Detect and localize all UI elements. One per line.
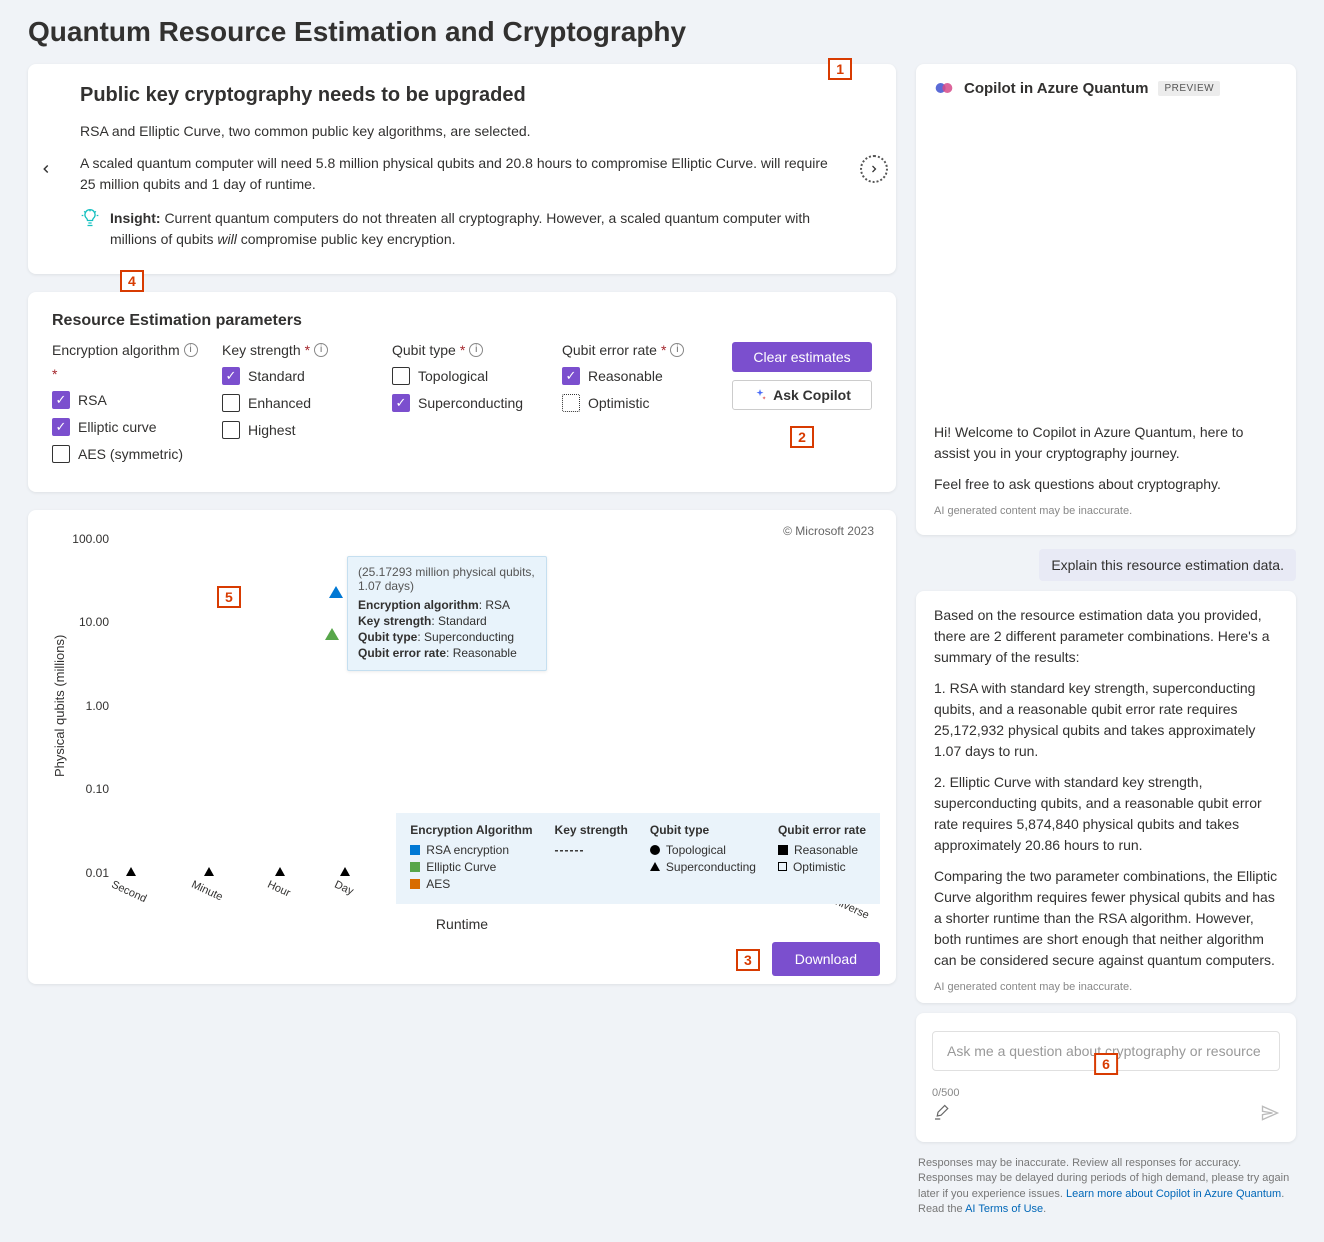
checkbox-elliptic[interactable]: ✓	[52, 418, 70, 436]
checkbox-reasonable[interactable]: ✓	[562, 367, 580, 385]
copilot-response-2: 2. Elliptic Curve with standard key stre…	[934, 772, 1278, 856]
checkbox-topological[interactable]	[392, 367, 410, 385]
preview-badge: PREVIEW	[1158, 81, 1220, 96]
hero-card: 1 Public key cryptography needs to be up…	[28, 64, 896, 274]
clear-estimates-button[interactable]: Clear estimates	[732, 342, 872, 372]
annotation-5: 5	[217, 586, 241, 608]
params-card: 4 Resource Estimation parameters Encrypt…	[28, 292, 896, 492]
checkbox-superconducting[interactable]: ✓	[392, 394, 410, 412]
copilot-panel: Copilot in Azure Quantum PREVIEW Hi! Wel…	[916, 64, 1296, 1218]
algo-label: Encryption algorithm i	[52, 342, 202, 358]
disclaimer: AI generated content may be inaccurate.	[934, 981, 1278, 993]
disclaimer: AI generated content may be inaccurate.	[934, 505, 1278, 517]
info-icon[interactable]: i	[670, 343, 684, 357]
page-title: Quantum Resource Estimation and Cryptogr…	[28, 16, 1296, 48]
y-axis-label: Physical qubits (millions)	[44, 526, 67, 886]
copilot-header: Copilot in Azure Quantum PREVIEW	[916, 64, 1296, 112]
annotation-4: 4	[120, 270, 144, 292]
copilot-logo-icon	[934, 78, 954, 98]
y-axis-ticks: 100.00 10.00 1.00 0.10 0.01	[67, 526, 117, 886]
char-count: 0/500	[932, 1087, 960, 1099]
error-label: Qubit error rate * i	[562, 342, 712, 358]
info-icon[interactable]: i	[184, 343, 198, 357]
hero-title: Public key cryptography needs to be upgr…	[80, 84, 844, 107]
params-title: Resource Estimation parameters	[52, 312, 872, 330]
data-point-rsa[interactable]	[329, 586, 343, 598]
clear-icon[interactable]	[932, 1104, 950, 1127]
annotation-2: 2	[790, 426, 814, 448]
key-label: Key strength * i	[222, 342, 372, 358]
terms-link[interactable]: AI Terms of Use	[965, 1203, 1043, 1215]
copilot-response-1: 1. RSA with standard key strength, super…	[934, 678, 1278, 762]
checkbox-aes[interactable]	[52, 445, 70, 463]
copilot-greeting-1: Hi! Welcome to Copilot in Azure Quantum,…	[934, 422, 1278, 464]
insight-text: Insight: Current quantum computers do no…	[110, 208, 844, 250]
copilot-response-intro: Based on the resource estimation data yo…	[934, 605, 1278, 668]
download-button[interactable]: Download	[772, 942, 880, 976]
hero-line-1: RSA and Elliptic Curve, two common publi…	[80, 121, 844, 141]
x-axis-label: Runtime	[44, 916, 880, 932]
chart-tooltip: (25.17293 million physical qubits, 1.07 …	[347, 556, 547, 671]
send-icon[interactable]	[1260, 1103, 1280, 1128]
learn-more-link[interactable]: Learn more about Copilot in Azure Quantu…	[1066, 1188, 1281, 1200]
hero-prev-button[interactable]	[32, 155, 60, 183]
lightbulb-icon	[80, 208, 100, 231]
annotation-3: 3	[736, 949, 760, 971]
info-icon[interactable]: i	[314, 343, 328, 357]
annotation-6: 6	[1094, 1053, 1118, 1075]
checkbox-optimistic[interactable]	[562, 394, 580, 412]
info-icon[interactable]: i	[469, 343, 483, 357]
chart-card: © Microsoft 2023 Physical qubits (millio…	[28, 510, 896, 984]
checkbox-highest[interactable]	[222, 421, 240, 439]
checkbox-standard[interactable]: ✓	[222, 367, 240, 385]
checkbox-enhanced[interactable]	[222, 394, 240, 412]
sparkle-icon	[753, 388, 767, 402]
copilot-footer: Responses may be inaccurate. Review all …	[916, 1152, 1296, 1218]
checkbox-rsa[interactable]: ✓	[52, 391, 70, 409]
hero-next-button[interactable]	[860, 155, 888, 183]
chart-legend: Encryption Algorithm RSA encryption Elli…	[396, 813, 880, 904]
qubit-label: Qubit type * i	[392, 342, 542, 358]
annotation-1: 1	[828, 58, 852, 80]
ask-copilot-button[interactable]: Ask Copilot	[732, 380, 872, 410]
user-message: Explain this resource estimation data.	[1039, 549, 1296, 581]
copilot-greeting-2: Feel free to ask questions about cryptog…	[934, 474, 1278, 495]
copilot-response-compare: Comparing the two parameter combinations…	[934, 866, 1278, 971]
hero-line-2: A scaled quantum computer will need 5.8 …	[80, 153, 844, 194]
data-point-elliptic[interactable]	[325, 628, 339, 640]
